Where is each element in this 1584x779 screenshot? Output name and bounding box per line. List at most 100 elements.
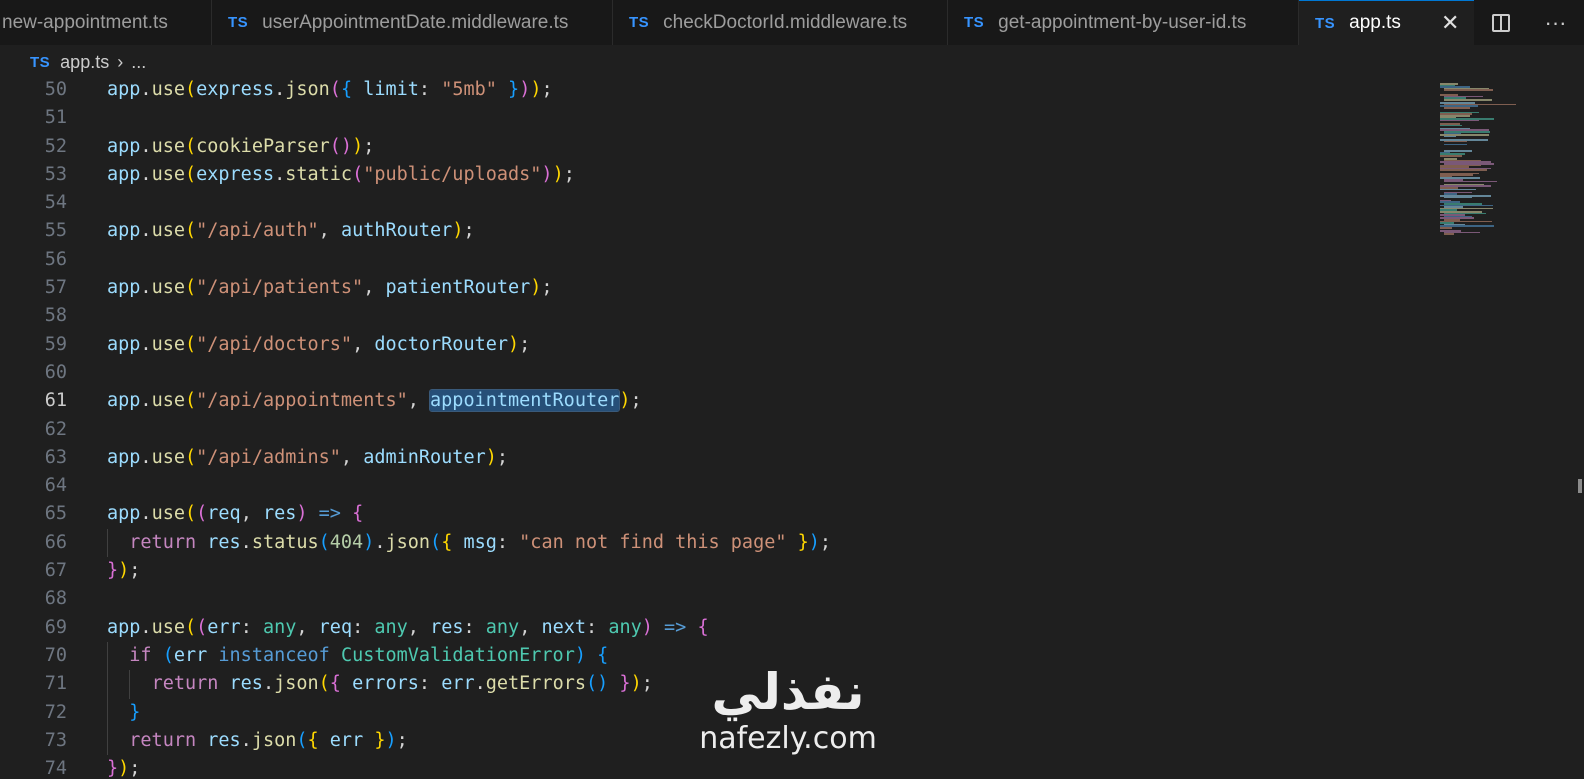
code-token: {: [352, 503, 364, 525]
code-token: .: [140, 163, 152, 185]
code-token: ): [363, 531, 375, 553]
code-text: });: [107, 755, 140, 779]
code-text: }: [107, 699, 140, 727]
code-token: express: [196, 79, 275, 100]
code-token: ;: [396, 729, 408, 751]
code-line[interactable]: 65 app.use((req, res) => {: [0, 500, 1430, 528]
scrollbar-thumb[interactable]: [1578, 479, 1582, 493]
code-line[interactable]: 63 app.use("/api/admins", adminRouter);: [0, 444, 1430, 472]
code-token: ,: [340, 446, 364, 468]
close-icon[interactable]: ✕: [1441, 12, 1459, 34]
minimap-line: [1444, 107, 1470, 109]
code-line[interactable]: 59 app.use("/api/doctors", doctorRouter);: [0, 331, 1430, 359]
code-token: :: [586, 616, 609, 638]
minimap-line: [1440, 124, 1462, 127]
code-token: "/api/patients": [196, 277, 364, 299]
code-token: }: [107, 560, 119, 582]
code-token: patientRouter: [385, 277, 531, 299]
code-token: instanceof: [218, 644, 330, 666]
code-token: ;: [541, 79, 553, 100]
code-line[interactable]: 66 return res.status(404).json({ msg: "c…: [0, 528, 1430, 558]
code-token: (: [196, 616, 208, 638]
code-token: app: [107, 220, 141, 242]
code-token: ;: [496, 446, 509, 468]
code-token: }: [797, 531, 809, 553]
code-token: json: [285, 79, 330, 100]
tab-app-ts[interactable]: TS app.ts ✕: [1299, 0, 1475, 45]
code-token: express: [196, 163, 275, 185]
code-line[interactable]: 52 app.use(cookieParser());: [0, 133, 1430, 161]
breadcrumb-symbol[interactable]: ...: [131, 52, 146, 73]
code-token: authRouter: [340, 220, 453, 242]
code-line[interactable]: 69 app.use((err: any, req: any, res: any,…: [0, 614, 1430, 642]
code-line[interactable]: 67});: [0, 557, 1430, 585]
breadcrumb-file[interactable]: app.ts: [60, 52, 109, 73]
code-text: return res.status(404).json({ msg: "can …: [107, 529, 831, 557]
code-text: app.use("/api/admins", adminRouter);: [107, 444, 508, 472]
code-line[interactable]: 60: [0, 359, 1430, 387]
code-token: ): [641, 616, 653, 638]
code-token: :: [463, 616, 486, 638]
code-token: "/api/auth": [196, 220, 319, 242]
code-line[interactable]: 53 app.use(express.static("public/uploads…: [0, 161, 1430, 189]
code-line[interactable]: 51: [0, 104, 1430, 132]
code-token: .: [140, 333, 152, 355]
tab-new-appointment[interactable]: new-appointment.ts: [0, 0, 212, 45]
tab-user-appointment-date-middleware[interactable]: TS userAppointmentDate.middleware.ts: [212, 0, 613, 45]
code-line[interactable]: 58: [0, 302, 1430, 330]
code-token: ): [574, 644, 586, 666]
code-token: err: [329, 729, 364, 751]
tab-get-appointment-by-user-id[interactable]: TS get-appointment-by-user-id.ts: [948, 0, 1299, 45]
code-line[interactable]: 56: [0, 246, 1430, 274]
code-token: :: [240, 616, 263, 638]
code-token: app: [107, 135, 141, 157]
minimap[interactable]: [1440, 79, 1550, 779]
more-actions-icon[interactable]: ···: [1545, 10, 1567, 36]
watermark-logo: نفذلي nafezly.com: [688, 662, 888, 772]
code-line[interactable]: 50 app.use(express.json({ limit: "5mb" })…: [0, 79, 1430, 104]
code-line[interactable]: 61 app.use("/api/appointments", appointme…: [0, 387, 1430, 415]
code-token: req: [318, 616, 353, 638]
vertical-scrollbar[interactable]: [1570, 79, 1584, 779]
minimap-line: [1444, 233, 1454, 235]
line-number: 73: [44, 729, 67, 751]
code-token: (: [184, 616, 197, 638]
code-token: app: [107, 390, 141, 412]
line-number: 59: [44, 333, 67, 355]
split-editor-icon[interactable]: [1491, 13, 1510, 32]
code-line[interactable]: 54: [0, 189, 1430, 217]
code-token: {: [441, 531, 453, 553]
code-line[interactable]: 62: [0, 416, 1430, 444]
code-token: .: [274, 163, 286, 185]
code-token: .: [140, 277, 152, 299]
code-line[interactable]: 55 app.use("/api/auth", authRouter);: [0, 217, 1430, 245]
code-token: ;: [463, 220, 475, 242]
code-token: app: [107, 446, 141, 468]
code-token: res: [207, 729, 241, 751]
tab-label: userAppointmentDate.middleware.ts: [262, 11, 569, 33]
code-token: app: [107, 277, 141, 299]
code-text: app.use("/api/doctors", doctorRouter);: [107, 331, 530, 359]
code-text: app.use("/api/auth", authRouter);: [107, 217, 475, 245]
code-line[interactable]: 64: [0, 472, 1430, 500]
code-line[interactable]: 68: [0, 585, 1430, 613]
code-token: ;: [641, 673, 653, 695]
code-line[interactable]: 57 app.use("/api/patients", patientRouter…: [0, 274, 1430, 302]
code-token: (): [329, 135, 353, 157]
line-number: 55: [44, 220, 67, 242]
code-token: ,: [407, 616, 431, 638]
tab-check-doctor-id-middleware[interactable]: TS checkDoctorId.middleware.ts: [613, 0, 948, 45]
minimap-line: [1440, 227, 1453, 229]
line-number: 74: [44, 758, 67, 779]
line-number: 72: [44, 701, 67, 723]
